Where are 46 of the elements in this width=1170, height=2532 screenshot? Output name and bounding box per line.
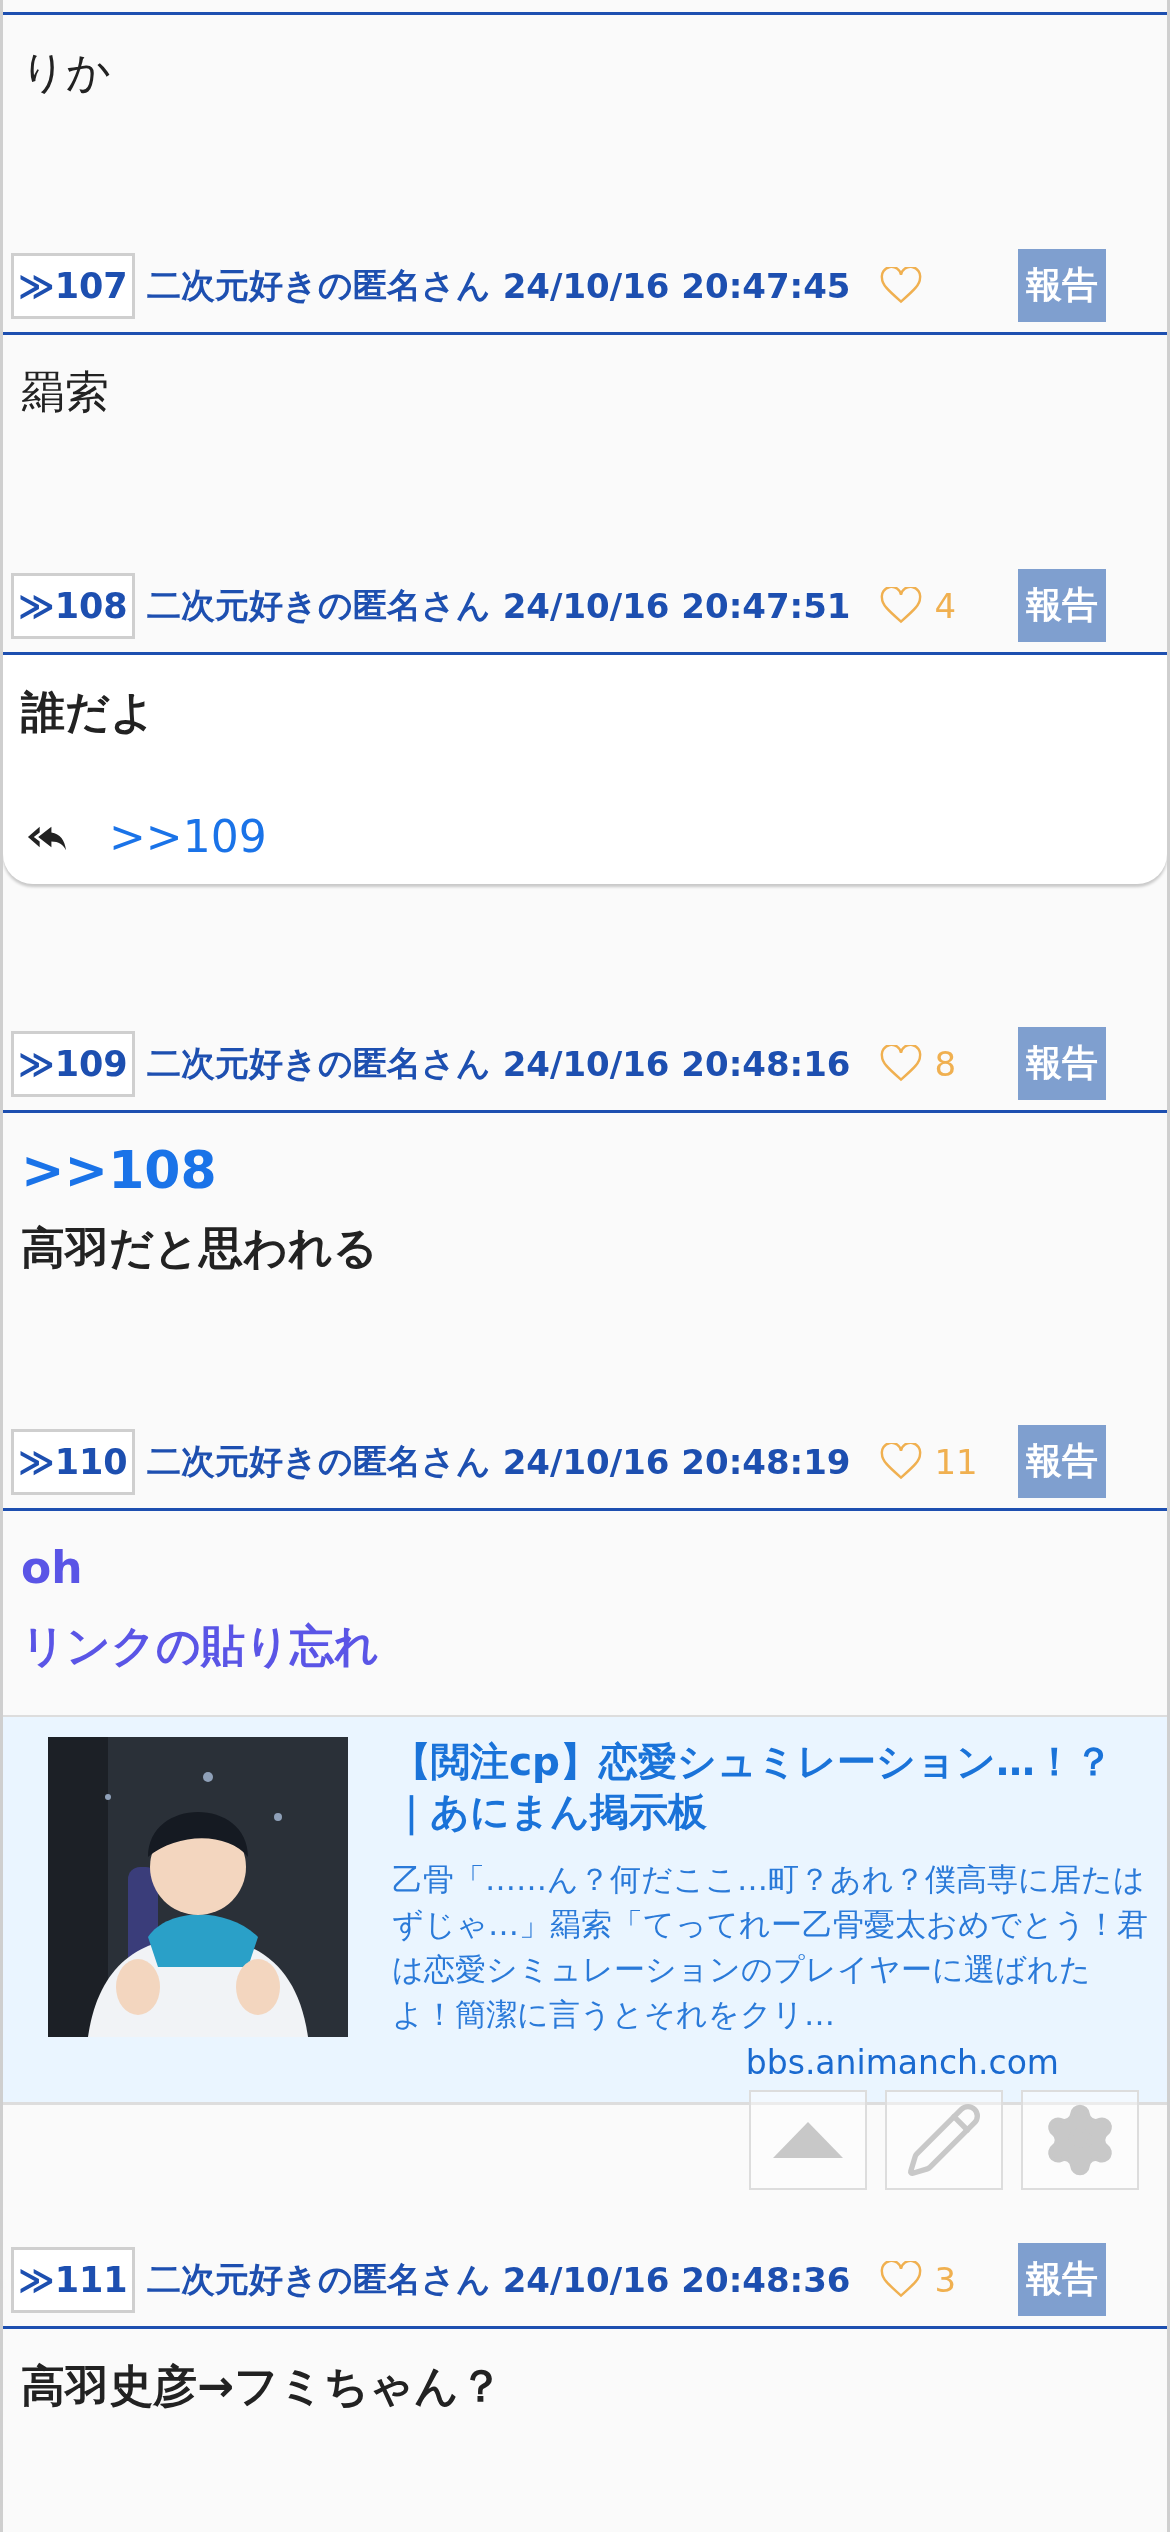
- report-button[interactable]: 報告: [1018, 569, 1107, 642]
- link-domain: bbs.animanch.com: [745, 2043, 1059, 2082]
- poster-name: 二次元好きの匿名さん: [146, 583, 491, 627]
- post-date: 24/10/16 20:48:16: [502, 1043, 851, 1084]
- post-number-link[interactable]: ≫107: [11, 252, 135, 319]
- poster-name: 二次元好きの匿名さん: [146, 2257, 491, 2301]
- post-number-link[interactable]: ≫109: [11, 1030, 135, 1097]
- report-button[interactable]: 報告: [1018, 249, 1107, 322]
- like-count: 4: [934, 585, 957, 626]
- like-count: 8: [934, 1043, 957, 1084]
- report-button[interactable]: 報告: [1018, 1027, 1107, 1100]
- post-text: りか: [20, 45, 112, 99]
- report-button[interactable]: 報告: [1018, 2243, 1107, 2316]
- up-arrow-icon: [773, 2122, 843, 2158]
- reply-anchor[interactable]: >>108: [3, 1131, 1167, 1209]
- post-link-text[interactable]: リンクの貼り忘れ: [3, 1607, 1167, 1685]
- post-date: 24/10/16 20:48:19: [502, 1441, 851, 1482]
- post-number-link[interactable]: ≫110: [11, 1428, 135, 1495]
- heart-icon: [880, 1442, 923, 1481]
- post-number-link[interactable]: ≫111: [11, 2246, 135, 2313]
- up-float-button[interactable]: [749, 2090, 867, 2190]
- link-description: 乙骨「……ん？何だここ…町？あれ？僕高専に居たはずじゃ…」羂索「てってれー乙骨憂太おめでとう！君は恋愛シミュレーションのプレイヤーに選ばれたよ！簡潔に言うとそれをクリ…: [392, 1860, 1149, 2034]
- post-text: 高羽だと思われる: [20, 1221, 379, 1275]
- heart-icon: [880, 266, 923, 305]
- link-title: 【閲注cp】恋愛シュミレーション…！？｜あにまん掲示板: [392, 1738, 1115, 1837]
- post-number-link[interactable]: ≫108: [11, 572, 135, 639]
- post-date: 24/10/16 20:48:36: [502, 2259, 851, 2300]
- post-text: 高羽史彦→フミちゃん？: [20, 2359, 504, 2413]
- post-text: 羂索: [20, 365, 110, 419]
- like-count: 3: [934, 2259, 957, 2300]
- post-date: 24/10/16 20:47:51: [502, 585, 851, 626]
- poster-name: 二次元好きの匿名さん: [146, 263, 491, 307]
- post-link-text[interactable]: oh: [3, 1529, 1167, 1607]
- heart-icon: [880, 1044, 923, 1083]
- post-text: 誰だよ: [20, 685, 156, 739]
- heart-icon: [880, 2260, 923, 2299]
- report-button[interactable]: 報告: [1018, 1425, 1107, 1498]
- post-date: 24/10/16 20:47:45: [502, 265, 851, 306]
- link-preview-card[interactable]: 【閲注cp】恋愛シュミレーション…！？｜あにまん掲示板 乙骨「……ん？何だここ…町？あれ？僕高専に居たはずじゃ…」羂索「てってれー乙骨憂太おめでとう！君は恋愛シミュレーションのプレイヤーに選ばれたよ！簡潔に言うとそれをクリ… bbs.animanch.com: [3, 1715, 1167, 2105]
- like-count: 11: [934, 1441, 978, 1482]
- edit-float-button[interactable]: [885, 2090, 1003, 2190]
- poster-name: 二次元好きの匿名さん: [146, 1041, 491, 1085]
- poster-name: 二次元好きの匿名さん: [146, 1439, 491, 1483]
- heart-icon: [880, 586, 923, 625]
- settings-float-button[interactable]: [1021, 2090, 1139, 2190]
- reply-link[interactable]: >>109: [109, 811, 267, 862]
